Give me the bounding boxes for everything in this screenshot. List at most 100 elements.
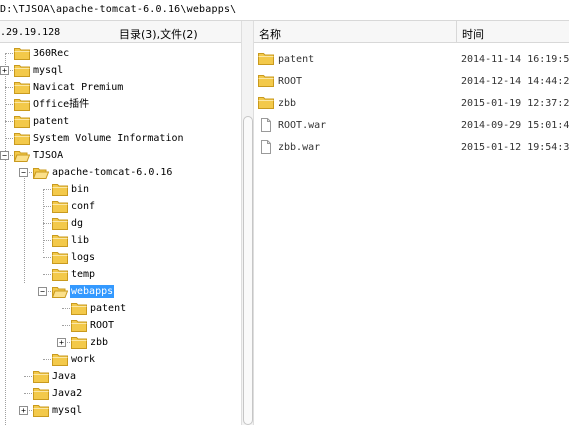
- tree-connector: [43, 189, 51, 190]
- folder-icon: [14, 98, 30, 111]
- folder-tree[interactable]: 360Rec + mysql Navicat Premium Office插件 paten…: [0, 43, 241, 425]
- left-pane-header: .29.19.128 目录(3),文件(2): [0, 21, 241, 43]
- tree-item[interactable]: Office插件: [0, 96, 241, 113]
- collapse-icon[interactable]: −: [0, 151, 9, 160]
- tree-item-label: Java: [52, 371, 77, 382]
- folder-icon: [52, 251, 68, 264]
- folder-icon: [52, 183, 68, 196]
- tree-item[interactable]: 360Rec: [0, 45, 241, 62]
- tree-item[interactable]: patent: [0, 113, 241, 130]
- server-address: .29.19.128: [0, 27, 61, 38]
- file-row[interactable]: zbb 2015-01-19 12:37:2: [254, 92, 569, 114]
- folder-icon: [14, 64, 30, 77]
- tree-item[interactable]: + zbb: [0, 334, 241, 351]
- folder-icon: [33, 387, 49, 400]
- tree-connector: [43, 359, 51, 360]
- tree-item[interactable]: conf: [0, 198, 241, 215]
- expand-icon[interactable]: +: [19, 406, 28, 415]
- tree-connector: [24, 393, 32, 394]
- tree-item[interactable]: Java2: [0, 385, 241, 402]
- folder-icon: [71, 319, 87, 332]
- tree-connector: [43, 257, 51, 258]
- scrollbar-thumb[interactable]: [243, 116, 253, 425]
- folder-icon: [258, 96, 274, 110]
- file-icon: [258, 118, 274, 132]
- column-divider[interactable]: [456, 21, 457, 43]
- tree-item[interactable]: + mysql: [0, 62, 241, 79]
- path-bar[interactable]: D:\TJSOA\apache-tomcat-6.0.16\webapps\: [0, 0, 569, 21]
- file-list: patent 2014-11-14 16:19:5 ROOT 2014-12-14 1…: [254, 43, 569, 425]
- tree-item[interactable]: − webapps: [0, 283, 241, 300]
- file-row[interactable]: zbb.war 2015-01-12 19:54:3: [254, 136, 569, 158]
- tree-item-label: work: [71, 354, 96, 365]
- folder-icon: [52, 268, 68, 281]
- tree-connector: [5, 104, 13, 105]
- tree-item-label: webapps: [70, 285, 115, 298]
- folder-icon: [33, 404, 49, 417]
- file-name: zbb.war: [278, 142, 321, 153]
- file-row[interactable]: ROOT.war 2014-09-29 15:01:4: [254, 114, 569, 136]
- tree-item-label: Office插件: [33, 99, 90, 110]
- tree-item-label: bin: [71, 184, 90, 195]
- tree-item[interactable]: − TJSOA: [0, 147, 241, 164]
- file-time: 2014-12-14 14:44:2: [461, 76, 569, 87]
- expand-icon[interactable]: +: [57, 338, 66, 347]
- expand-icon[interactable]: +: [0, 66, 9, 75]
- file-name: ROOT: [278, 76, 303, 87]
- collapse-icon[interactable]: −: [19, 168, 28, 177]
- directory-summary: 目录(3),文件(2): [119, 28, 198, 41]
- tree-item-label: 360Rec: [33, 48, 70, 59]
- tree-item[interactable]: − apache-tomcat-6.0.16: [0, 164, 241, 181]
- tree-item[interactable]: bin: [0, 181, 241, 198]
- folder-icon: [258, 74, 274, 88]
- folder-open-icon: [32, 166, 50, 179]
- folder-icon: [258, 52, 274, 66]
- tree-item[interactable]: ROOT: [0, 317, 241, 334]
- tree-connector: [43, 223, 51, 224]
- tree-connector: [62, 325, 70, 326]
- folder-icon: [14, 115, 30, 128]
- tree-item[interactable]: logs: [0, 249, 241, 266]
- tree-item-label: zbb: [90, 337, 109, 348]
- tree-item[interactable]: work: [0, 351, 241, 368]
- tree-item-label: patent: [33, 116, 70, 127]
- tree-item-label: Navicat Premium: [33, 82, 124, 93]
- file-row[interactable]: patent 2014-11-14 16:19:5: [254, 48, 569, 70]
- tree-item-label: mysql: [52, 405, 83, 416]
- file-row[interactable]: ROOT 2014-12-14 14:44:2: [254, 70, 569, 92]
- tree-item-label: mysql: [33, 65, 64, 76]
- tree-connector: [43, 206, 51, 207]
- tree-item[interactable]: temp: [0, 266, 241, 283]
- file-time: 2015-01-12 19:54:3: [461, 142, 569, 153]
- tree-item-label: patent: [90, 303, 127, 314]
- tree-item[interactable]: patent: [0, 300, 241, 317]
- tree-item[interactable]: Navicat Premium: [0, 79, 241, 96]
- tree-connector: [62, 308, 70, 309]
- tree-connector: [5, 87, 13, 88]
- tree-item[interactable]: System Volume Information: [0, 130, 241, 147]
- tree-item[interactable]: lib: [0, 232, 241, 249]
- tree-item-label: dg: [71, 218, 84, 229]
- tree-item[interactable]: dg: [0, 215, 241, 232]
- tree-item-label: ROOT: [90, 320, 115, 331]
- column-header-time[interactable]: 时间: [462, 26, 484, 42]
- folder-icon: [52, 217, 68, 230]
- folder-icon: [71, 336, 87, 349]
- file-name: patent: [278, 54, 315, 65]
- tree-connector: [5, 53, 13, 54]
- tree-item-label: System Volume Information: [33, 133, 184, 144]
- file-time: 2015-01-19 12:37:2: [461, 98, 569, 109]
- tree-connector: [5, 138, 13, 139]
- tree-item[interactable]: + mysql: [0, 402, 241, 419]
- column-header-name[interactable]: 名称: [259, 26, 281, 42]
- collapse-icon[interactable]: −: [38, 287, 47, 296]
- tree-item-label: temp: [71, 269, 96, 280]
- folder-open-icon: [13, 149, 31, 162]
- file-name: ROOT.war: [278, 120, 327, 131]
- tree-scrollbar[interactable]: [241, 21, 254, 425]
- folder-icon: [14, 132, 30, 145]
- file-time: 2014-09-29 15:01:4: [461, 120, 569, 131]
- tree-item[interactable]: Java: [0, 368, 241, 385]
- tree-item-label: apache-tomcat-6.0.16: [52, 167, 173, 178]
- folder-icon: [52, 353, 68, 366]
